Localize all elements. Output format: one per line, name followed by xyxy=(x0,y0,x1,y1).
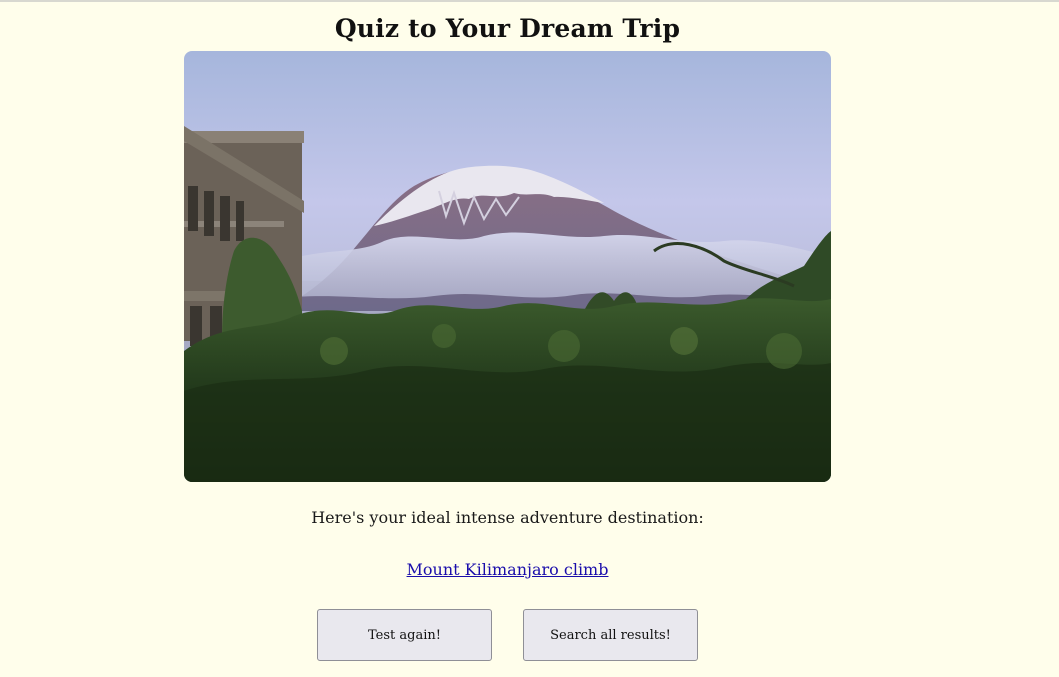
test-again-button[interactable]: Test again! xyxy=(317,609,492,661)
result-intro-text: Here's your ideal intense adventure dest… xyxy=(311,508,704,527)
search-all-results-button[interactable]: Search all results! xyxy=(523,609,698,661)
hero-image xyxy=(184,51,831,482)
destination-link[interactable]: Mount Kilimanjaro climb xyxy=(407,560,609,579)
destination-link-container: Mount Kilimanjaro climb xyxy=(0,560,1015,579)
top-divider xyxy=(0,0,1059,2)
page-title: Quiz to Your Dream Trip xyxy=(334,14,681,43)
